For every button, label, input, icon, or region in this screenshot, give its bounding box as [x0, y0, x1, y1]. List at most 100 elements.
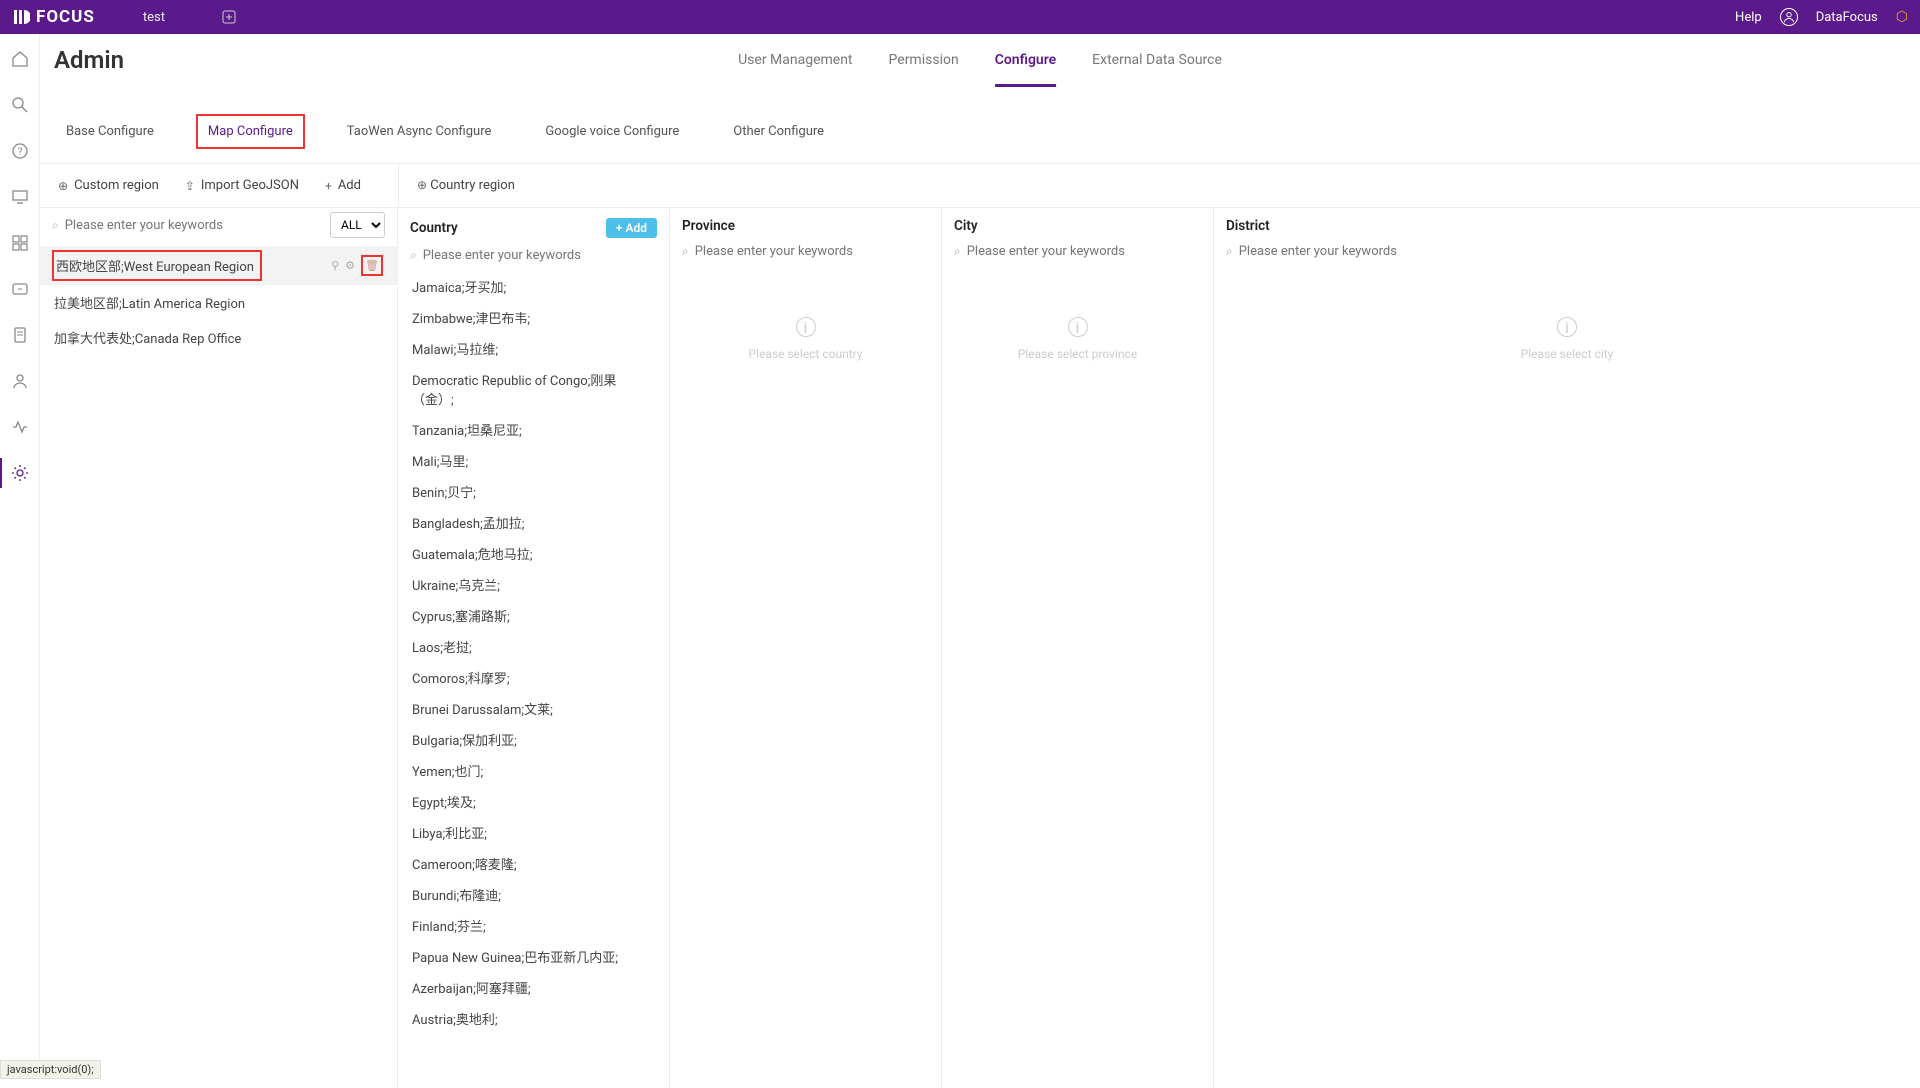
district-search-input[interactable] [1239, 244, 1908, 259]
globe-icon: ⊕ [58, 179, 68, 193]
folder-icon[interactable] [11, 280, 29, 298]
tab-permission[interactable]: Permission [889, 52, 959, 87]
search-icon: ⌕ [1226, 244, 1233, 259]
subtab-other-configure[interactable]: Other Configure [721, 114, 836, 149]
home-icon[interactable] [11, 50, 29, 68]
country-item[interactable]: Bangladesh;孟加拉; [398, 507, 669, 538]
country-item[interactable]: Mali;马里; [398, 445, 669, 476]
country-item[interactable]: Ukraine;乌克兰; [398, 569, 669, 600]
country-item[interactable]: Burundi;布隆迪; [398, 879, 669, 910]
province-header: Province [670, 208, 941, 240]
search-icon[interactable] [11, 96, 29, 114]
brand-logo: FOCUS [12, 7, 95, 27]
monitor-icon[interactable] [11, 188, 29, 206]
country-item[interactable]: Zimbabwe;津巴布韦; [398, 302, 669, 333]
region-item[interactable]: 西欧地区部;West European Region ⚲ ⚙ 🗑 [40, 246, 397, 285]
country-item[interactable]: Democratic Republic of Congo;刚果（金）; [398, 364, 669, 414]
subtab-taowen-async[interactable]: TaoWen Async Configure [335, 114, 504, 149]
svg-text:?: ? [17, 147, 22, 158]
subtab-google-voice[interactable]: Google voice Configure [533, 114, 691, 149]
city-search-row: ⌕ [942, 240, 1213, 267]
main-area: Admin User Management Permission Configu… [40, 34, 1920, 1079]
new-tab-button[interactable] [220, 8, 238, 26]
grid-icon[interactable] [11, 234, 29, 252]
region-item[interactable]: 拉美地区部;Latin America Region [40, 285, 397, 320]
country-item[interactable]: Comoros;科摩罗; [398, 662, 669, 693]
region-search-row: ⌕ ALL [40, 208, 397, 246]
country-search-row: ⌕ [398, 244, 669, 271]
country-search-input[interactable] [423, 248, 657, 263]
country-item[interactable]: Egypt;埃及; [398, 786, 669, 817]
custom-region-column: ⌕ ALL 西欧地区部;West European Region ⚲ ⚙ 🗑 [40, 208, 398, 1088]
country-item[interactable]: Libya;利比亚; [398, 817, 669, 848]
country-item[interactable]: Malawi;马拉维; [398, 333, 669, 364]
country-item[interactable]: Jamaica;牙买加; [398, 271, 669, 302]
region-item-label: 加拿大代表处;Canada Rep Office [54, 328, 241, 347]
question-icon[interactable]: ? [11, 142, 29, 160]
region-item-label: 西欧地区部;West European Region [52, 250, 262, 281]
province-search-input[interactable] [695, 244, 929, 259]
plus-icon: + [325, 179, 332, 193]
province-search-row: ⌕ [670, 240, 941, 267]
country-region-button[interactable]: ⊕ Country region [417, 178, 515, 193]
region-item[interactable]: 加拿大代表处;Canada Rep Office [40, 320, 397, 355]
user-icon[interactable] [11, 372, 29, 390]
country-item[interactable]: Guatemala;危地马拉; [398, 538, 669, 569]
custom-region-button[interactable]: ⊕ Custom region [58, 178, 159, 193]
search-icon: ⌕ [682, 244, 689, 259]
add-button[interactable]: + Add [325, 178, 361, 193]
country-item[interactable]: Brunei Darussalam;文莱; [398, 693, 669, 724]
search-icon: ⌕ [954, 244, 961, 259]
region-filter-select[interactable]: ALL [330, 212, 385, 238]
subtab-base-configure[interactable]: Base Configure [54, 114, 166, 149]
import-geojson-button[interactable]: ⇪ Import GeoJSON [185, 178, 299, 193]
country-item[interactable]: Azerbaijan;阿塞拜疆; [398, 972, 669, 1003]
page-title: Admin [54, 46, 124, 74]
country-item[interactable]: Laos;老挝; [398, 631, 669, 662]
city-search[interactable]: ⌕ [954, 244, 1201, 259]
clipboard-icon[interactable] [11, 326, 29, 344]
settings-icon[interactable] [11, 464, 29, 482]
country-item[interactable]: Bulgaria;保加利亚; [398, 724, 669, 755]
country-item[interactable]: Cyprus;塞浦路斯; [398, 600, 669, 631]
logo-icon [12, 8, 30, 26]
region-actions: ⚲ ⚙ 🗑 [331, 255, 383, 276]
country-search[interactable]: ⌕ [410, 248, 657, 263]
country-item[interactable]: Tanzania;坦桑尼亚; [398, 414, 669, 445]
left-sidebar: ? [0, 34, 40, 1079]
province-search[interactable]: ⌕ [682, 244, 929, 259]
country-item[interactable]: Austria;奥地利; [398, 1003, 669, 1034]
country-item[interactable]: Yemen;也门; [398, 755, 669, 786]
user-name[interactable]: DataFocus [1816, 10, 1878, 25]
add-label: Add [338, 178, 361, 193]
city-label: City [954, 218, 978, 234]
country-item[interactable]: Cameroon;喀麦隆; [398, 848, 669, 879]
province-empty: i Please select country [670, 267, 941, 361]
country-label: Country [410, 220, 458, 236]
tab-external-data-source[interactable]: External Data Source [1092, 52, 1222, 87]
gear-icon[interactable]: ⚙ [345, 259, 355, 272]
region-search[interactable]: ⌕ [52, 218, 324, 233]
add-country-button[interactable]: +Add [606, 218, 657, 238]
country-item[interactable]: Benin;贝宁; [398, 476, 669, 507]
help-link[interactable]: Help [1735, 10, 1762, 25]
region-search-input[interactable] [65, 218, 324, 233]
activity-icon[interactable] [11, 418, 29, 436]
subtab-map-configure[interactable]: Map Configure [196, 114, 305, 149]
custom-region-label: Custom region [74, 178, 159, 193]
tab-configure[interactable]: Configure [995, 52, 1056, 87]
pin-icon[interactable]: ⚲ [331, 259, 339, 272]
trash-icon[interactable]: 🗑 [361, 255, 383, 276]
tab-user-management[interactable]: User Management [738, 52, 852, 87]
user-avatar-icon[interactable] [1780, 8, 1798, 26]
country-item[interactable]: Papua New Guinea;巴布亚新几内亚; [398, 941, 669, 972]
toolbar-right: ⊕ Country region [399, 178, 533, 193]
country-list[interactable]: Jamaica;牙买加;Zimbabwe;津巴布韦;Malawi;马拉维;Dem… [398, 271, 669, 1088]
country-item[interactable]: Finland;芬兰; [398, 910, 669, 941]
workspace-tab[interactable]: test [143, 10, 165, 25]
region-item-label: 拉美地区部;Latin America Region [54, 293, 245, 312]
city-search-input[interactable] [967, 244, 1201, 259]
district-search[interactable]: ⌕ [1226, 244, 1908, 259]
country-header: Country +Add [398, 208, 669, 244]
country-column: Country +Add ⌕ Jamaica;牙买加;Zimbabwe;津巴布韦… [398, 208, 670, 1088]
